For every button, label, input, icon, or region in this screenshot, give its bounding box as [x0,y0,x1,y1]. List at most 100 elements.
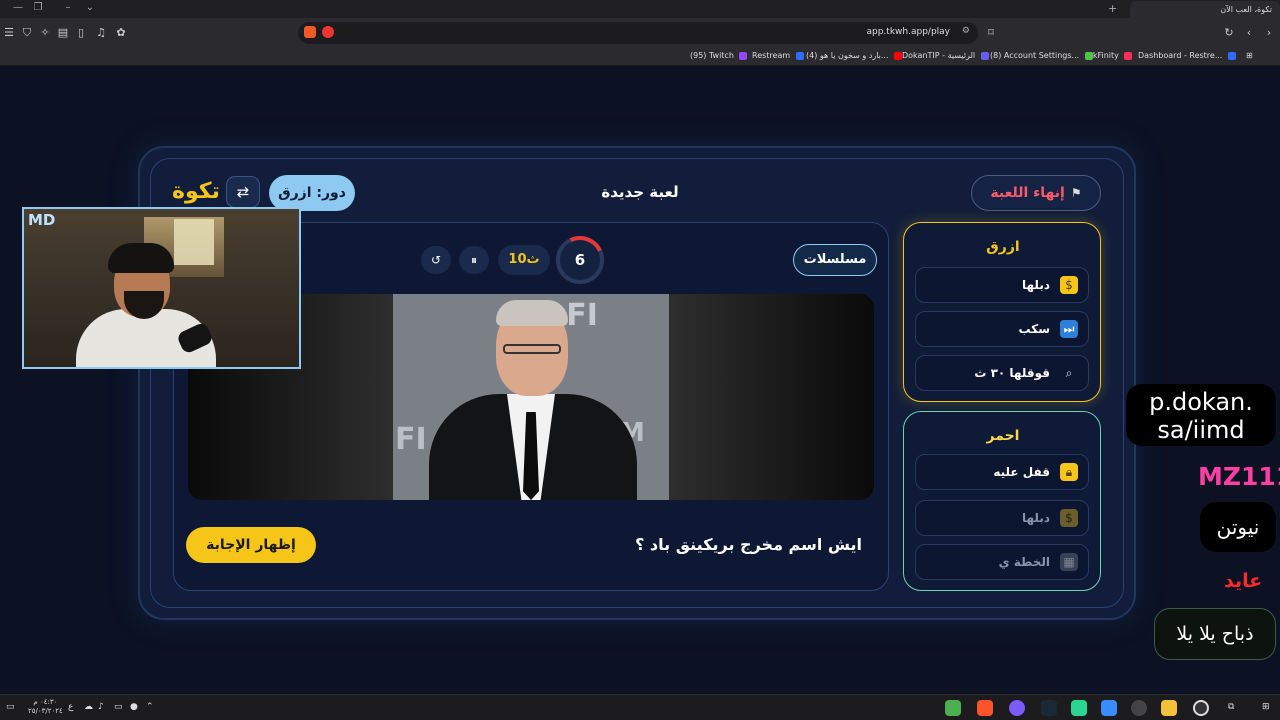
windows-taskbar: ٠٤:٣٠ م ٢٥/٠٣/٢٠٢٤ ▭ ع ☁ ♪ ▭ ● ⌃ ⧉ ⊞ [0,694,1280,720]
minimize-window-icon[interactable]: – [56,2,80,13]
clock-date: ٢٥/٠٣/٢٠٢٤ [28,707,63,715]
tikfinity-icon [1124,51,1133,60]
restream-icon [1228,51,1237,60]
money-bag-icon: $ [1060,276,1078,294]
bookmark-item[interactable]: DokanTIP - الرئيسية [902,51,989,60]
team-panel-blue: ازرق $ دبلها ⏭ سكب ⌕ قوقلها ٣٠ ث [903,222,1101,402]
swap-turn-button[interactable]: ⇄ [226,176,260,208]
brave-shield-icon[interactable] [322,26,334,38]
lifeline-label: الخطة ي [998,555,1050,569]
reload-icon[interactable]: ↻ [1222,26,1236,39]
pause-button[interactable]: ⏸ [459,246,489,274]
site-settings-icon[interactable]: ⚙ [962,26,970,36]
bookmark-icon[interactable]: ⌑ [984,26,998,39]
lifeline-lock[interactable]: 🔒︎ قفل عليه [915,454,1089,490]
streamer-hair [108,243,174,273]
new-tab-icon[interactable]: + [1108,2,1117,15]
bookmarks-bar: ⊞ Dashboard - Restre... TikFinity (8) Ac… [0,48,1280,66]
system-clock[interactable]: ٠٤:٣٠ م ٢٥/٠٣/٢٠٢٤ [28,698,63,716]
bookmark-item[interactable]: Restream [752,51,804,60]
chat-message: نيوتن [1200,502,1276,552]
volume-icon[interactable]: ♪ [98,702,104,712]
app-logo: تكوة [172,179,220,204]
app-icon[interactable] [1071,700,1087,716]
extensions-icon[interactable]: ✿ [114,26,128,39]
lifeline-label: سكب [1018,322,1050,336]
chat-message: p.dokan. sa/iimd [1126,384,1276,446]
obs-icon[interactable] [1131,700,1147,716]
team-name-blue: ازرق [986,239,1020,255]
copilot-icon[interactable] [1101,700,1117,716]
skip-icon: ⏭ [1060,320,1078,338]
pin-icon[interactable]: ✧ [38,26,52,39]
time-setting-button[interactable]: 10ث [498,245,550,275]
bookmark-item[interactable]: (8) Account Settings... [990,51,1093,60]
file-explorer-icon[interactable] [1161,700,1177,716]
language-indicator[interactable]: ع [68,702,73,712]
browser-tab[interactable]: تكوة، العب الآن [1130,1,1280,18]
reveal-answer-button[interactable]: إظهار الإجابة [186,527,316,563]
task-view-icon[interactable]: ⧉ [1228,702,1234,712]
end-game-button[interactable]: إنهاء اللعبة ⚑ [971,175,1101,211]
notification-icon[interactable]: ▭ [6,702,15,712]
cam-background-window [174,219,214,265]
forward-icon[interactable]: › [1262,26,1276,39]
tray-chevron-icon[interactable]: ⌃ [146,702,154,712]
account-icon [1084,51,1093,60]
back-icon[interactable]: ‹ [1242,26,1256,39]
lifeline-label: دبلها [1022,511,1050,525]
display-icon[interactable]: ▭ [114,702,123,712]
plan-icon: ▦ [1060,553,1078,571]
browser-titlebar: — ❐ – ⌄ + ✕ تكوة، العب الآن [0,0,1280,18]
lifeline-double-used[interactable]: $ دبلها [915,500,1089,536]
brave-rewards-icon[interactable] [304,26,316,38]
lifeline-google[interactable]: ⌕ قوقلها ٣٠ ث [915,355,1089,391]
bookmark-item[interactable]: Dashboard - Restre... [1138,51,1237,60]
clock-time: ٠٤:٣٠ م [33,698,58,706]
bookmark-item[interactable]: TikFinity [1086,51,1133,60]
app-icon[interactable] [1009,700,1025,716]
lifeline-double[interactable]: $ دبلها [915,267,1089,303]
photo-hair [496,300,568,326]
menu-icon[interactable]: ☰ [2,26,16,39]
reset-timer-button[interactable]: ↺ [421,246,451,274]
tab-list-chevron-icon[interactable]: ⌄ [78,2,102,13]
bookmark-item[interactable]: (4) بارد و سخون يا هو... [806,51,903,60]
dokan-icon [980,51,989,60]
webcam-overlay: MD [22,207,301,369]
lifeline-skip[interactable]: ⏭ سكب [915,311,1089,347]
lifeline-label: قوقلها ٣٠ ث [974,366,1050,380]
end-game-label: إنهاء اللعبة [990,185,1065,201]
reader-icon[interactable]: ▤ [56,26,70,39]
photo-glasses [503,344,561,354]
app-icon[interactable] [1193,700,1209,716]
brave-icon[interactable] [977,700,993,716]
current-turn-badge: دور: ازرق [269,175,355,211]
start-icon[interactable]: ⊞ [1262,702,1270,712]
lifeline-label: قفل عليه [993,465,1050,479]
url-text[interactable]: app.tkwh.app/play [867,27,951,37]
twitch-icon [739,51,748,60]
question-photo: AFI FI M [393,294,669,500]
steam-icon[interactable] [1041,700,1057,716]
shield-icon[interactable]: ⛉ [20,26,34,40]
restore-icon[interactable]: ❐ [26,2,50,13]
team-name-red: احمر [986,428,1020,444]
photo-backdrop-text: FI [395,422,427,457]
music-icon[interactable]: ♫ [94,26,108,39]
bookmark-item[interactable]: (95) Twitch [690,51,748,60]
address-bar[interactable]: ⚙ app.tkwh.app/play [298,22,978,44]
money-bag-icon: $ [1060,509,1078,527]
flag-icon: ⚑ [1070,186,1082,200]
tab-title: تكوة، العب الآن [1220,5,1272,14]
sidebar-icon[interactable]: ▯ [74,26,88,39]
app-icon[interactable] [945,700,961,716]
lifeline-plan-used[interactable]: ▦ الخطة ي [915,544,1089,580]
team-panel-red: احمر 🔒︎ قفل عليه $ دبلها ▦ الخطة ي [903,411,1101,591]
timer-value: 6 [574,251,586,269]
network-icon[interactable]: ☁ [84,702,93,712]
restream-icon [795,51,804,60]
mic-icon[interactable]: ● [130,702,138,712]
all-bookmarks-icon[interactable]: ⊞ [1246,51,1253,60]
new-game-title[interactable]: لعبة جديدة [560,183,720,201]
